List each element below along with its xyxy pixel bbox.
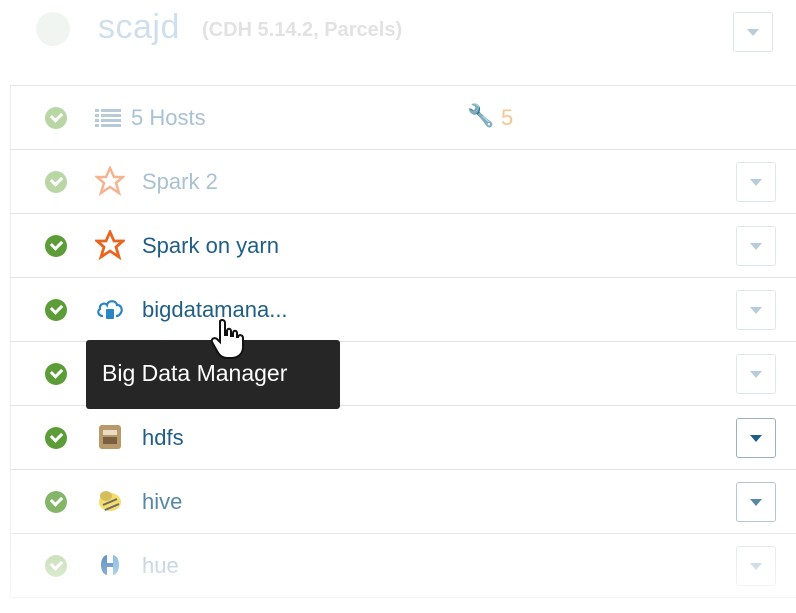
service-row-spark2: Spark 2 bbox=[10, 150, 796, 214]
service-link-hdfs[interactable]: hdfs bbox=[142, 425, 184, 451]
spark-star-icon bbox=[95, 230, 125, 260]
status-good-icon bbox=[45, 235, 67, 257]
cluster-name[interactable]: scajd bbox=[98, 8, 180, 47]
service-row-spark-on-yarn: Spark on yarn bbox=[10, 214, 796, 278]
service-actions-dropdown[interactable] bbox=[736, 546, 776, 586]
list-icon bbox=[95, 109, 121, 127]
service-link-hue[interactable]: hue bbox=[142, 553, 179, 579]
chevron-down-icon bbox=[750, 435, 762, 442]
chevron-down-icon bbox=[750, 371, 762, 378]
service-row-hue: hue bbox=[10, 534, 796, 598]
service-actions-dropdown[interactable] bbox=[736, 290, 776, 330]
chevron-down-icon bbox=[747, 29, 759, 36]
chevron-down-icon bbox=[750, 499, 762, 506]
cluster-header: scajd (CDH 5.14.2, Parcels) bbox=[0, 0, 796, 70]
service-link-spark-on-yarn[interactable]: Spark on yarn bbox=[142, 233, 279, 259]
chevron-down-icon bbox=[750, 563, 762, 570]
service-actions-dropdown[interactable] bbox=[736, 226, 776, 266]
hive-bee-icon bbox=[99, 491, 121, 511]
hue-icon bbox=[101, 555, 119, 575]
service-actions-dropdown[interactable] bbox=[736, 418, 776, 458]
service-row-hive: hive bbox=[10, 470, 796, 534]
wrench-icon[interactable]: 🔧 bbox=[467, 103, 494, 129]
cloud-icon bbox=[97, 300, 123, 319]
cluster-version: (CDH 5.14.2, Parcels) bbox=[202, 19, 403, 41]
service-row-hdfs: hdfs bbox=[10, 406, 796, 470]
status-good-icon bbox=[45, 299, 67, 321]
cluster-status-icon bbox=[36, 12, 70, 46]
config-issues-count[interactable]: 5 bbox=[501, 105, 513, 131]
hosts-link[interactable]: 5 Hosts bbox=[131, 105, 206, 131]
status-good-icon bbox=[45, 427, 67, 449]
status-good-icon bbox=[45, 491, 67, 513]
status-good-icon bbox=[45, 363, 67, 385]
service-actions-dropdown[interactable] bbox=[736, 354, 776, 394]
chevron-down-icon bbox=[750, 307, 762, 314]
chevron-down-icon bbox=[750, 243, 762, 250]
hdfs-icon bbox=[99, 425, 121, 449]
hand-cursor-icon bbox=[210, 318, 244, 359]
service-row-bigdatamanager: bigdatamana... bbox=[10, 278, 796, 342]
service-actions-dropdown[interactable] bbox=[736, 162, 776, 202]
service-actions-dropdown[interactable] bbox=[736, 482, 776, 522]
hosts-row: 5 Hosts 🔧 5 bbox=[10, 86, 796, 150]
spark-star-icon bbox=[95, 166, 125, 196]
service-link-hive[interactable]: hive bbox=[142, 489, 182, 515]
status-good-icon bbox=[45, 107, 67, 129]
status-good-icon bbox=[45, 171, 67, 193]
cluster-actions-dropdown[interactable] bbox=[733, 12, 773, 52]
status-good-icon bbox=[45, 555, 67, 577]
service-link-spark2[interactable]: Spark 2 bbox=[142, 169, 218, 195]
chevron-down-icon bbox=[750, 179, 762, 186]
